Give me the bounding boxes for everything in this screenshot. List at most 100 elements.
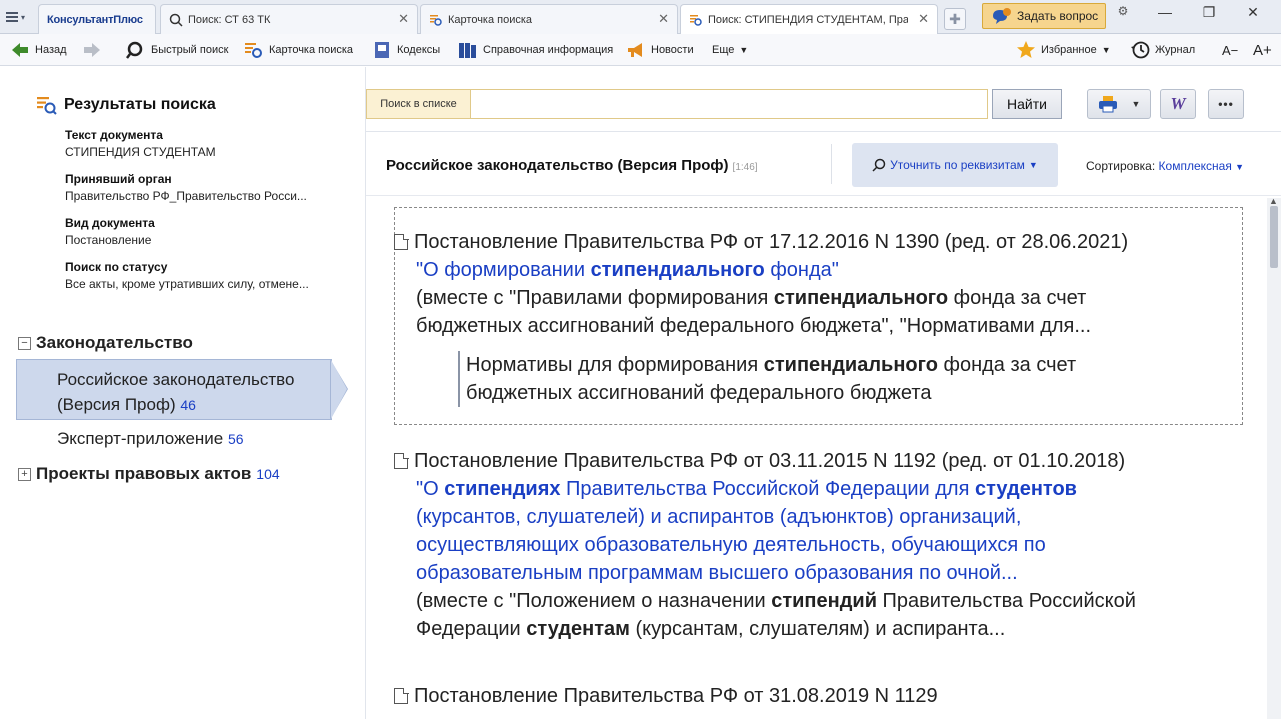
close-icon[interactable]: ✕: [918, 11, 929, 27]
favorites-menu[interactable]: Избранное ▼: [1016, 40, 1111, 60]
result-note: (вместе с "Правилами формирования стипен…: [416, 284, 1156, 340]
tree-node-label: Законодательство: [36, 333, 193, 352]
close-icon[interactable]: ✕: [398, 11, 409, 27]
close-window-button[interactable]: ✕: [1238, 4, 1268, 21]
print-button[interactable]: ▼: [1087, 89, 1151, 119]
expand-icon[interactable]: +: [18, 467, 31, 481]
divider: [831, 144, 832, 184]
font-smaller-button[interactable]: A−: [1222, 40, 1238, 60]
favorites-label: Избранное: [1041, 44, 1097, 56]
collapse-icon[interactable]: −: [18, 336, 31, 350]
tab-label: Карточка поиска: [448, 13, 533, 26]
search-card-icon: [37, 97, 57, 115]
result-item-3[interactable]: Постановление Правительства РФ от 31.08.…: [394, 682, 1156, 710]
tab-search-stipend[interactable]: Поиск: СТИПЕНДИЯ СТУДЕНТАМ, Прави ✕: [680, 4, 938, 34]
tree-item-russian-legislation[interactable]: Российское законодательство (Версия Проф…: [57, 367, 327, 418]
criterion-text[interactable]: Текст документа СТИПЕНДИЯ СТУДЕНТАМ: [65, 128, 345, 159]
more-actions-button[interactable]: •••: [1208, 89, 1244, 119]
forward-button[interactable]: [82, 40, 102, 60]
criterion-status[interactable]: Поиск по статусу Все акты, кроме утратив…: [65, 260, 345, 291]
results-scrollbar[interactable]: ▲: [1267, 196, 1281, 719]
settings-icon[interactable]: ⚙: [1108, 4, 1138, 18]
result-title-link[interactable]: "О формировании стипендиального фонда": [416, 256, 1156, 284]
codex-book-icon: [375, 42, 389, 58]
search-in-list-input[interactable]: [470, 89, 988, 119]
tab-search-st63[interactable]: Поиск: СТ 63 ТК ✕: [160, 4, 418, 34]
note-highlight: стипендиального: [773, 287, 949, 309]
tab-home-logo[interactable]: КонсультантПлюс: [38, 4, 156, 34]
results-list: Российское законодательство (Версия Проф…: [366, 131, 1281, 719]
journal-label: Журнал: [1155, 44, 1196, 56]
scroll-thumb[interactable]: [1270, 206, 1278, 268]
criterion-key: Принявший орган: [65, 172, 172, 186]
chevron-down-icon: ▼: [1101, 45, 1111, 55]
ask-question-button[interactable]: Задать вопрос: [982, 3, 1106, 29]
journal-button[interactable]: Журнал: [1130, 40, 1195, 60]
criterion-key: Поиск по статусу: [65, 260, 168, 274]
quick-search-button[interactable]: Быстрый поиск: [126, 40, 228, 60]
tree-node-projects[interactable]: + Проекты правовых актов 104: [18, 464, 280, 484]
books-icon: [459, 43, 476, 58]
tree-node-label: Проекты правовых актов: [36, 464, 252, 483]
quote-highlight: стипендиального: [763, 354, 938, 376]
search-icon: [169, 13, 183, 27]
result-item-2[interactable]: Постановление Правительства РФ от 03.11.…: [394, 447, 1156, 643]
chevron-down-icon: ▾: [21, 12, 26, 22]
search-card-button[interactable]: Карточка поиска: [244, 40, 353, 60]
result-item-1[interactable]: Постановление Правительства РФ от 17.12.…: [394, 228, 1156, 340]
sort-value: Комплексная: [1158, 159, 1232, 173]
quote-part: Нормативы для формирования: [466, 354, 764, 376]
new-tab-button[interactable]: ✚: [944, 8, 966, 30]
criterion-value: Постановление: [65, 233, 152, 247]
codes-button[interactable]: Кодексы: [372, 40, 440, 60]
tree-node-legislation[interactable]: − Законодательство: [18, 333, 193, 353]
document-icon: [394, 452, 409, 469]
hamburger-icon: [6, 12, 18, 22]
results-header-label: Российское законодательство (Версия Проф…: [386, 157, 729, 174]
result-fragment-quote[interactable]: Нормативы для формирования стипендиально…: [458, 351, 1158, 407]
more-menu[interactable]: Еще ▼: [712, 40, 748, 60]
restore-button[interactable]: ❐: [1194, 4, 1224, 21]
result-head: Постановление Правительства РФ от 03.11.…: [414, 450, 1126, 472]
font-larger-button[interactable]: A+: [1253, 40, 1272, 60]
export-word-button[interactable]: W: [1160, 89, 1196, 119]
title-part: (курсантов, слушателей) и аспирантов (ад…: [416, 506, 1046, 584]
result-title-link[interactable]: "О стипендиях Правительства Российской Ф…: [416, 475, 1156, 587]
criterion-issuer[interactable]: Принявший орган Правительство РФ_Правите…: [65, 172, 345, 203]
title-part: "О формировании: [416, 259, 591, 281]
sort-label: Сортировка:: [1086, 159, 1156, 173]
sort-control[interactable]: Сортировка: Комплексная ▼: [1086, 159, 1244, 173]
chevron-down-icon: ▼: [739, 45, 749, 55]
back-button[interactable]: Назад: [10, 40, 67, 60]
tree-item-count: 56: [227, 431, 244, 447]
tab-search-card[interactable]: Карточка поиска ✕: [420, 4, 678, 34]
criterion-value: СТИПЕНДИЯ СТУДЕНТАМ: [65, 145, 216, 159]
note-part: (курсантам, слушателям) и аспиранта...: [629, 618, 1006, 640]
news-button[interactable]: Новости: [626, 40, 694, 60]
tab-label: Поиск: СТ 63 ТК: [188, 13, 271, 26]
close-icon[interactable]: ✕: [658, 11, 669, 27]
refine-by-details-button[interactable]: Уточнить по реквизитам ▼: [852, 143, 1058, 187]
app-logo: КонсультантПлюс: [47, 13, 143, 26]
title-highlight: стипендиях: [444, 478, 561, 500]
scroll-up-icon[interactable]: ▲: [1269, 196, 1278, 206]
criterion-key: Текст документа: [65, 128, 163, 142]
main-menu-button[interactable]: ▾: [6, 6, 36, 28]
chevron-down-icon: ▼: [1028, 160, 1038, 170]
minimize-button[interactable]: —: [1150, 4, 1180, 20]
search-results-sidebar: Результаты поиска Текст документа СТИПЕН…: [0, 67, 366, 719]
find-button[interactable]: Найти: [992, 89, 1062, 119]
ask-question-label: Задать вопрос: [1017, 9, 1099, 23]
tree-item-expert[interactable]: Эксперт-приложение 56: [57, 429, 244, 449]
news-label: Новости: [651, 44, 694, 56]
reference-button[interactable]: Справочная информация: [458, 40, 613, 60]
tree-item-label: Эксперт-приложение: [57, 429, 224, 448]
toolbar: Назад Быстрый поиск Карточка поиска Коде…: [0, 34, 1281, 66]
document-icon: [394, 687, 409, 704]
selection-arrow-fill: [331, 360, 347, 419]
title-bar: ▾ КонсультантПлюс Поиск: СТ 63 ТК ✕ Карт…: [0, 0, 1281, 34]
title-part: Правительства Российской Федерации для: [560, 478, 975, 500]
ellipsis-icon: •••: [1218, 97, 1234, 111]
criterion-doc-type[interactable]: Вид документа Постановление: [65, 216, 345, 247]
result-head: Постановление Правительства РФ от 31.08.…: [414, 685, 938, 707]
